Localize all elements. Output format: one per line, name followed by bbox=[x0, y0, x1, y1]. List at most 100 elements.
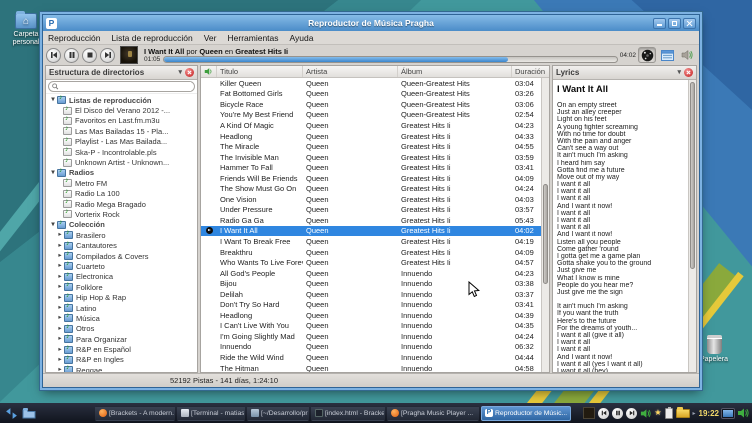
menu-item[interactable]: Lista de reproducción bbox=[111, 33, 192, 43]
tree-expander-icon[interactable] bbox=[49, 169, 57, 177]
tree-node[interactable]: R&P en Ingles bbox=[46, 355, 197, 365]
tree-node[interactable]: Metro FM bbox=[46, 178, 197, 188]
panel-close-icon[interactable] bbox=[185, 68, 194, 77]
playlist-row[interactable]: Bicycle Race Queen Queen-Greatest Hits 0… bbox=[201, 99, 541, 110]
tree-node[interactable]: Ska-P - Incontrolable.pls bbox=[46, 147, 197, 157]
tree-expander-icon[interactable] bbox=[56, 325, 64, 333]
titlebar[interactable]: P Reproductor de Música Pragha bbox=[43, 15, 699, 31]
column-header-duration[interactable]: Duración bbox=[512, 66, 549, 77]
playlist-row[interactable]: Fat Bottomed Girls Queen Queen-Greatest … bbox=[201, 89, 541, 100]
playlist-row[interactable]: Bijou Queen Innuendo 03:38 bbox=[201, 278, 541, 289]
playlist-row[interactable]: Ride the Wild Wind Queen Innuendo 04:44 bbox=[201, 352, 541, 363]
playlist-row[interactable]: A Kind Of Magic Queen Greatest Hits Ii 0… bbox=[201, 120, 541, 131]
file-manager-launcher-icon[interactable] bbox=[21, 405, 37, 421]
minimize-button[interactable] bbox=[653, 17, 666, 29]
playlist-row[interactable]: I Can't Live With You Queen Innuendo 04:… bbox=[201, 321, 541, 332]
playlist-row[interactable]: Headlong Queen Greatest Hits Ii 04:33 bbox=[201, 131, 541, 142]
playlist-row[interactable]: Delilah Queen Innuendo 03:37 bbox=[201, 289, 541, 300]
tree-node[interactable]: Las Mas Bailadas 15 - Pla... bbox=[46, 126, 197, 136]
playlist-row[interactable]: Friends Will Be Friends Queen Greatest H… bbox=[201, 173, 541, 184]
tree-node[interactable]: Electronica bbox=[46, 272, 197, 282]
panel-dropdown-icon[interactable]: ▾ bbox=[677, 69, 681, 76]
scrollbar-thumb[interactable] bbox=[543, 183, 548, 284]
tree-expander-icon[interactable] bbox=[56, 262, 64, 270]
tree-node[interactable]: Radios bbox=[46, 168, 197, 178]
clock[interactable]: 19:22 bbox=[699, 409, 719, 418]
tree-expander-icon[interactable] bbox=[56, 356, 64, 364]
previous-button[interactable] bbox=[46, 47, 61, 63]
lyrics-scrollbar[interactable] bbox=[688, 80, 696, 372]
playlist-row[interactable]: The Invisible Man Queen Greatest Hits Ii… bbox=[201, 152, 541, 163]
menu-item[interactable]: Herramientas bbox=[228, 33, 279, 43]
playlist-row[interactable]: The Miracle Queen Greatest Hits Ii 04:55 bbox=[201, 141, 541, 152]
playlist-row[interactable]: Headlong Queen Innuendo 04:39 bbox=[201, 310, 541, 321]
menu-item[interactable]: Reproducción bbox=[48, 33, 100, 43]
taskbar-task-button[interactable]: Reproductor de Músic... bbox=[481, 405, 572, 421]
tree-expander-icon[interactable] bbox=[56, 273, 64, 281]
menu-item[interactable]: Ver bbox=[204, 33, 217, 43]
panel-dropdown-icon[interactable]: ▾ bbox=[178, 69, 182, 76]
playlist-row[interactable]: Breakthru Queen Greatest Hits Ii 04:09 bbox=[201, 247, 541, 258]
playlist-row[interactable]: Under Pressure Queen Greatest Hits Ii 03… bbox=[201, 205, 541, 216]
tray-album-art-icon[interactable] bbox=[583, 407, 596, 419]
tray-volume-icon[interactable] bbox=[640, 408, 651, 419]
tree-node[interactable]: Compilados & Covers bbox=[46, 251, 197, 261]
tree-node[interactable]: Unknown Artist - Unknown... bbox=[46, 157, 197, 167]
playlist-row[interactable]: I'm Going Slightly Mad Queen Innuendo 04… bbox=[201, 331, 541, 342]
close-button[interactable] bbox=[683, 17, 696, 29]
seek-bar[interactable] bbox=[163, 56, 618, 63]
panel-close-icon[interactable] bbox=[684, 68, 693, 77]
tree-expander-icon[interactable] bbox=[49, 96, 57, 104]
tree-node[interactable]: Folklore bbox=[46, 282, 197, 292]
album-art-thumbnail[interactable] bbox=[120, 46, 138, 64]
tree-node[interactable]: Playlist - Las Mas Bailada... bbox=[46, 137, 197, 147]
tree-expander-icon[interactable] bbox=[56, 346, 64, 354]
taskbar-task-button[interactable]: [index.html - Brackets] bbox=[311, 405, 385, 421]
search-input[interactable] bbox=[60, 82, 191, 91]
playlist-row[interactable]: I Want It All Queen Greatest Hits Ii 04:… bbox=[201, 225, 541, 237]
tree-expander-icon[interactable] bbox=[56, 283, 64, 291]
playlist-row[interactable]: The Hitman Queen Innuendo 04:58 bbox=[201, 363, 541, 372]
disc-toggle-button[interactable] bbox=[638, 47, 656, 63]
tree-expander-icon[interactable] bbox=[56, 294, 64, 302]
pause-button[interactable] bbox=[64, 47, 79, 63]
playlist-row[interactable]: Innuendo Queen Innuendo 06:32 bbox=[201, 342, 541, 353]
tree-expander-icon[interactable] bbox=[56, 242, 64, 250]
tree-node[interactable]: Reggae bbox=[46, 365, 197, 372]
tree-node[interactable]: Vorterix Rock bbox=[46, 209, 197, 219]
tree-expander-icon[interactable] bbox=[56, 231, 64, 239]
tree-node[interactable]: Colección bbox=[46, 220, 197, 230]
tree-node[interactable]: Música bbox=[46, 313, 197, 323]
tree-node[interactable]: Radio La 100 bbox=[46, 189, 197, 199]
taskbar-task-button[interactable]: [~/Desarrollo/pragha... bbox=[247, 405, 309, 421]
tray-folder-icon[interactable] bbox=[675, 406, 690, 418]
playlist-row[interactable]: One Vision Queen Greatest Hits Ii 04:03 bbox=[201, 194, 541, 205]
search-box[interactable] bbox=[48, 81, 195, 92]
tray-audio-icon[interactable] bbox=[737, 407, 749, 419]
tree-expander-icon[interactable] bbox=[56, 366, 64, 372]
tree-node[interactable]: Cuarteto bbox=[46, 261, 197, 271]
tree-node[interactable]: El Disco del Verano 2012 -... bbox=[46, 105, 197, 115]
tree-node[interactable]: Cantautores bbox=[46, 240, 197, 250]
taskbar-task-button[interactable]: [Brackets - A modern.... bbox=[95, 405, 175, 421]
tray-previous-button[interactable] bbox=[598, 407, 610, 419]
maximize-button[interactable] bbox=[668, 17, 681, 29]
tree-node[interactable]: Otros bbox=[46, 324, 197, 334]
taskbar-task-button[interactable]: [Terminal - matias@l... bbox=[177, 405, 245, 421]
tree-expander-icon[interactable] bbox=[49, 221, 57, 229]
tray-pause-button[interactable] bbox=[612, 407, 624, 419]
playlist-toggle-button[interactable] bbox=[658, 47, 676, 63]
playlist-row[interactable]: Don't Try So Hard Queen Innuendo 03:41 bbox=[201, 299, 541, 310]
stop-button[interactable] bbox=[82, 47, 97, 63]
taskbar-task-button[interactable]: [Pragha Music Player ... bbox=[387, 405, 479, 421]
tree-node[interactable]: Brasilero bbox=[46, 230, 197, 240]
tree-expander-icon[interactable] bbox=[56, 335, 64, 343]
tree-node[interactable]: Hip Hop & Rap bbox=[46, 292, 197, 302]
tree-node[interactable]: Favoritos en Last.fm.m3u bbox=[46, 116, 197, 126]
tree-expander-icon[interactable] bbox=[56, 252, 64, 260]
playlist-row[interactable]: All God's People Queen Innuendo 04:23 bbox=[201, 268, 541, 279]
activity-switcher-icon[interactable] bbox=[3, 405, 19, 421]
column-header-album[interactable]: Álbum bbox=[398, 66, 512, 77]
scrollbar-thumb[interactable] bbox=[690, 82, 695, 269]
tree-node[interactable]: R&P en Español bbox=[46, 344, 197, 354]
